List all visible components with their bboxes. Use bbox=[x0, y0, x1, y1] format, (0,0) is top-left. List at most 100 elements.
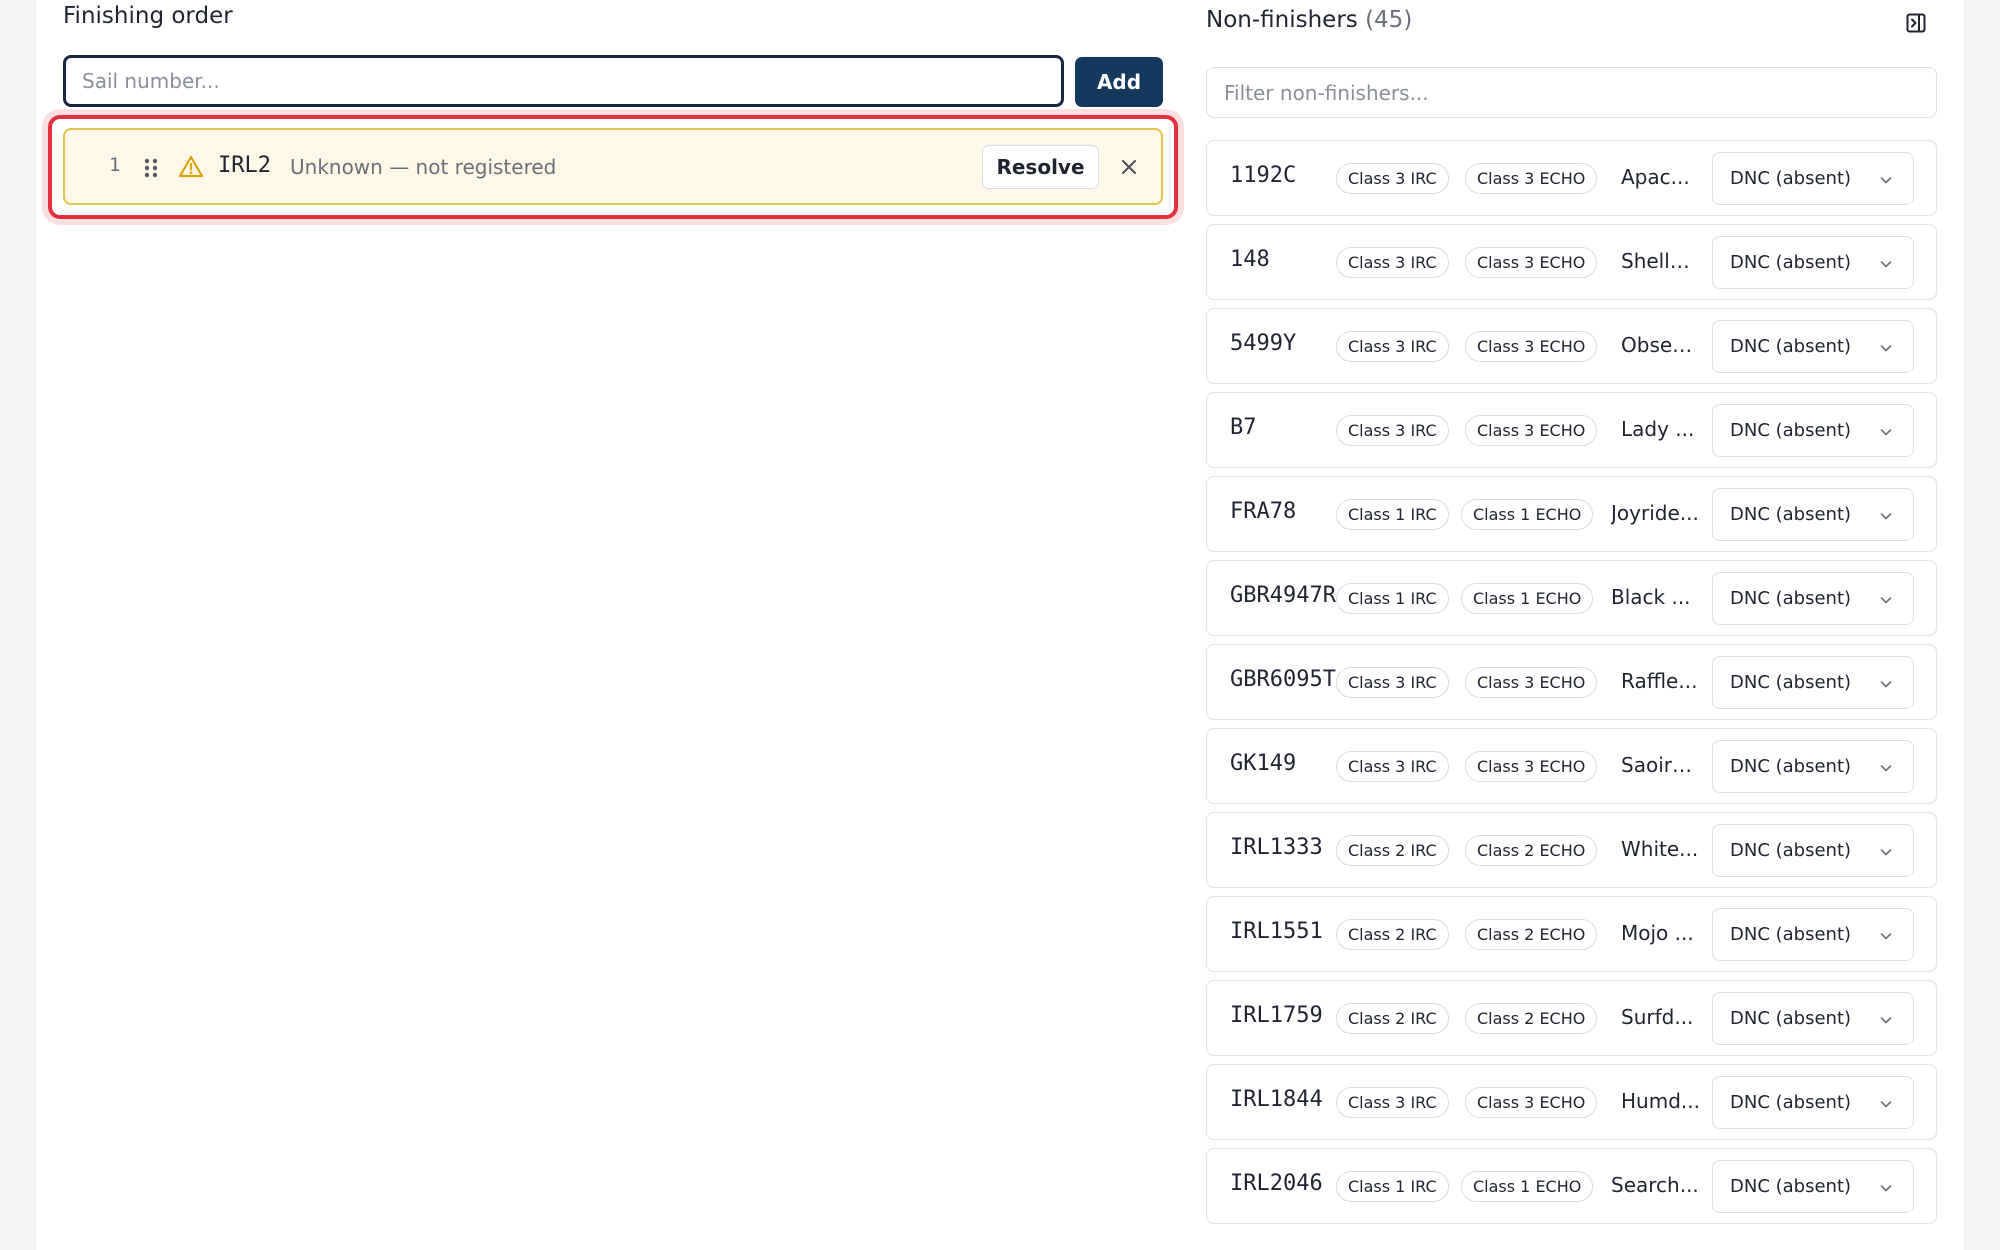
status-select-value: DNC (absent) bbox=[1730, 756, 1852, 777]
irc-class-badge: Class 3 IRC bbox=[1336, 331, 1449, 362]
non-finishers-title: Non-finishers (45) bbox=[1206, 7, 1412, 33]
status-select[interactable]: DNC (absent) bbox=[1712, 656, 1914, 709]
row-sail-number: B7 bbox=[1230, 415, 1257, 440]
sail-entry-row: Add bbox=[63, 55, 1208, 107]
status-select-value: DNC (absent) bbox=[1730, 1092, 1852, 1113]
finishing-order-item: 1 IRL2 Unknown — not registered Resolve bbox=[63, 128, 1163, 205]
echo-class-badge: Class 3 ECHO bbox=[1465, 1087, 1598, 1118]
row-sail-number: GK149 bbox=[1230, 751, 1297, 776]
row-sail-number: IRL1759 bbox=[1230, 1003, 1323, 1028]
order-status-text: Unknown — not registered bbox=[290, 155, 557, 179]
chevron-down-icon bbox=[1880, 177, 1892, 184]
row-sail-number: 148 bbox=[1230, 247, 1270, 272]
status-select[interactable]: DNC (absent) bbox=[1712, 1160, 1914, 1213]
status-select[interactable]: DNC (absent) bbox=[1712, 404, 1914, 457]
chevron-down-icon bbox=[1880, 261, 1892, 268]
status-select[interactable]: DNC (absent) bbox=[1712, 908, 1914, 961]
status-select-value: DNC (absent) bbox=[1730, 672, 1852, 693]
resolve-button[interactable]: Resolve bbox=[982, 145, 1099, 189]
status-select-value: DNC (absent) bbox=[1730, 336, 1852, 357]
non-finishers-label: Non-finishers bbox=[1206, 7, 1358, 33]
echo-class-badge: Class 2 ECHO bbox=[1465, 835, 1598, 866]
irc-class-badge: Class 2 IRC bbox=[1336, 835, 1449, 866]
chevron-down-icon bbox=[1880, 1101, 1892, 1108]
chevron-down-icon bbox=[1880, 933, 1892, 940]
non-finisher-row: 148 Class 3 IRC Class 3 ECHO Shelly ... … bbox=[1206, 224, 1937, 300]
row-sail-number: GBR4947R bbox=[1230, 583, 1336, 608]
echo-class-badge: Class 1 ECHO bbox=[1461, 499, 1594, 530]
row-boat-name: Humd... bbox=[1621, 1089, 1700, 1113]
row-boat-name: Obses... bbox=[1621, 333, 1700, 357]
echo-class-badge: Class 3 ECHO bbox=[1465, 247, 1598, 278]
add-button[interactable]: Add bbox=[1075, 57, 1163, 107]
row-boat-name: Joyride... bbox=[1611, 501, 1699, 525]
status-select[interactable]: DNC (absent) bbox=[1712, 320, 1914, 373]
status-select[interactable]: DNC (absent) bbox=[1712, 1076, 1914, 1129]
sail-number-input[interactable] bbox=[63, 55, 1064, 107]
chevron-down-icon bbox=[1880, 1185, 1892, 1192]
row-boat-name: White... bbox=[1621, 837, 1699, 861]
status-select[interactable]: DNC (absent) bbox=[1712, 488, 1914, 541]
chevron-down-icon bbox=[1880, 597, 1892, 604]
irc-class-badge: Class 2 IRC bbox=[1336, 919, 1449, 950]
chevron-down-icon bbox=[1880, 849, 1892, 856]
row-boat-name: Search... bbox=[1611, 1173, 1699, 1197]
chevron-down-icon bbox=[1880, 1017, 1892, 1024]
non-finisher-row: IRL1759 Class 2 IRC Class 2 ECHO Surfd..… bbox=[1206, 980, 1937, 1056]
collapse-panel-icon[interactable] bbox=[1904, 11, 1928, 35]
status-select-value: DNC (absent) bbox=[1730, 840, 1852, 861]
chevron-down-icon bbox=[1880, 513, 1892, 520]
row-sail-number: 5499Y bbox=[1230, 331, 1297, 356]
echo-class-badge: Class 3 ECHO bbox=[1465, 751, 1598, 782]
non-finisher-row: B7 Class 3 IRC Class 3 ECHO Lady ... DNC… bbox=[1206, 392, 1937, 468]
non-finisher-row: FRA78 Class 1 IRC Class 1 ECHO Joyride..… bbox=[1206, 476, 1937, 552]
row-sail-number: GBR6095T bbox=[1230, 667, 1336, 692]
status-select[interactable]: DNC (absent) bbox=[1712, 572, 1914, 625]
echo-class-badge: Class 1 ECHO bbox=[1461, 1171, 1594, 1202]
row-sail-number: IRL2046 bbox=[1230, 1171, 1323, 1196]
echo-class-badge: Class 3 ECHO bbox=[1465, 667, 1598, 698]
close-icon[interactable] bbox=[1118, 156, 1140, 178]
non-finisher-row: IRL1333 Class 2 IRC Class 2 ECHO White..… bbox=[1206, 812, 1937, 888]
chevron-down-icon bbox=[1880, 345, 1892, 352]
drag-handle-icon[interactable] bbox=[142, 156, 160, 180]
irc-class-badge: Class 1 IRC bbox=[1336, 1171, 1449, 1202]
non-finisher-row: IRL1551 Class 2 IRC Class 2 ECHO Mojo ..… bbox=[1206, 896, 1937, 972]
chevron-down-icon bbox=[1880, 429, 1892, 436]
irc-class-badge: Class 3 IRC bbox=[1336, 247, 1449, 278]
non-finisher-row: GK149 Class 3 IRC Class 3 ECHO Saoirs...… bbox=[1206, 728, 1937, 804]
irc-class-badge: Class 3 IRC bbox=[1336, 751, 1449, 782]
finishing-order-title: Finishing order bbox=[63, 3, 233, 29]
status-select[interactable]: DNC (absent) bbox=[1712, 740, 1914, 793]
non-finisher-row: IRL1844 Class 3 IRC Class 3 ECHO Humd...… bbox=[1206, 1064, 1937, 1140]
order-sail-number: IRL2 bbox=[218, 153, 271, 178]
irc-class-badge: Class 2 IRC bbox=[1336, 1003, 1449, 1034]
irc-class-badge: Class 1 IRC bbox=[1336, 583, 1449, 614]
non-finisher-row: IRL2046 Class 1 IRC Class 1 ECHO Search.… bbox=[1206, 1148, 1937, 1224]
status-select-value: DNC (absent) bbox=[1730, 1176, 1852, 1197]
status-select[interactable]: DNC (absent) bbox=[1712, 992, 1914, 1045]
row-boat-name: Shelly ... bbox=[1621, 249, 1700, 273]
non-finisher-row: GBR4947R Class 1 IRC Class 1 ECHO Black … bbox=[1206, 560, 1937, 636]
row-sail-number: IRL1551 bbox=[1230, 919, 1323, 944]
irc-class-badge: Class 3 IRC bbox=[1336, 667, 1449, 698]
status-select[interactable]: DNC (absent) bbox=[1712, 236, 1914, 289]
irc-class-badge: Class 1 IRC bbox=[1336, 499, 1449, 530]
status-select-value: DNC (absent) bbox=[1730, 252, 1852, 273]
page: Finishing order Add 1 IRL2 Unknown — not… bbox=[35, 0, 1965, 1250]
row-sail-number: 1192C bbox=[1230, 163, 1297, 188]
echo-class-badge: Class 3 ECHO bbox=[1465, 331, 1598, 362]
status-select-value: DNC (absent) bbox=[1730, 1008, 1852, 1029]
status-select[interactable]: DNC (absent) bbox=[1712, 152, 1914, 205]
echo-class-badge: Class 1 ECHO bbox=[1461, 583, 1594, 614]
non-finishers-count: (45) bbox=[1365, 7, 1413, 33]
status-select[interactable]: DNC (absent) bbox=[1712, 824, 1914, 877]
non-finisher-row: 1192C Class 3 IRC Class 3 ECHO Apac... D… bbox=[1206, 140, 1937, 216]
echo-class-badge: Class 2 ECHO bbox=[1465, 919, 1598, 950]
filter-non-finishers-input[interactable] bbox=[1206, 67, 1937, 118]
non-finisher-row: GBR6095T Class 3 IRC Class 3 ECHO Raffle… bbox=[1206, 644, 1937, 720]
row-boat-name: Black ... bbox=[1611, 585, 1691, 609]
non-finisher-row: 5499Y Class 3 IRC Class 3 ECHO Obses... … bbox=[1206, 308, 1937, 384]
chevron-down-icon bbox=[1880, 681, 1892, 688]
status-select-value: DNC (absent) bbox=[1730, 504, 1852, 525]
